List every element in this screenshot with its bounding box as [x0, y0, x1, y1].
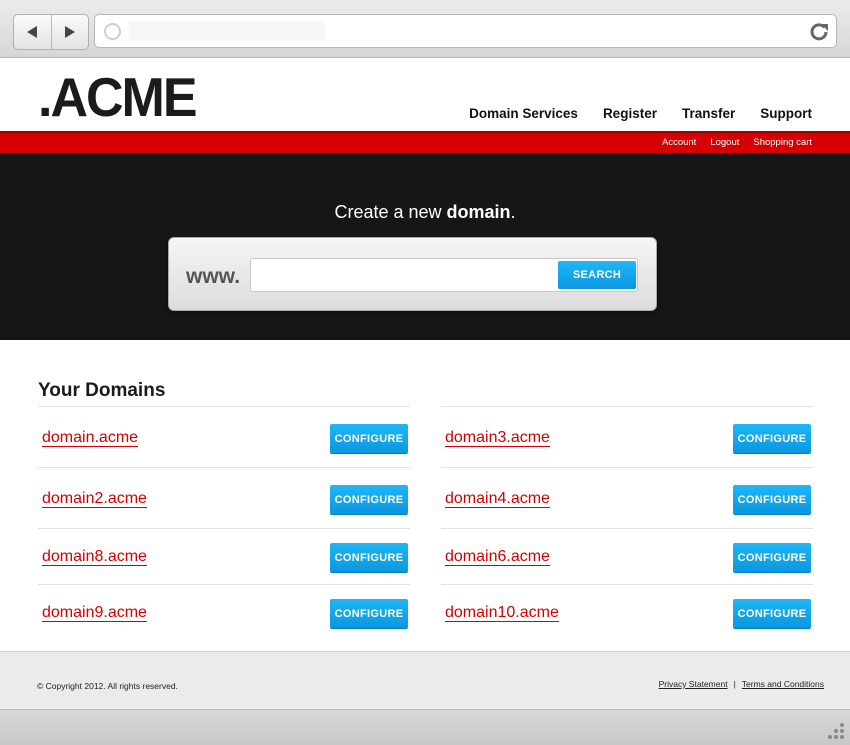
footer-separator: |: [733, 679, 736, 689]
forward-button[interactable]: [50, 15, 89, 49]
domain-link[interactable]: domain9.acme: [42, 604, 147, 622]
terms-link[interactable]: Terms and Conditions: [742, 679, 824, 689]
domain-link[interactable]: domain8.acme: [42, 548, 147, 566]
domain-row: domain9.acme CONFIGURE: [38, 584, 410, 640]
logout-link[interactable]: Logout: [710, 137, 739, 148]
hero-title-prefix: Create a new: [334, 202, 447, 222]
nav-buttons: [13, 14, 89, 50]
domain-link[interactable]: domain4.acme: [445, 490, 550, 508]
configure-button[interactable]: CONFIGURE: [330, 599, 408, 628]
hero-title-suffix: .: [510, 202, 516, 222]
account-link[interactable]: Account: [662, 137, 696, 148]
domain-row: domain3.acme CONFIGURE: [441, 406, 813, 467]
search-panel: www. SEARCH: [168, 237, 657, 311]
site-logo[interactable]: .ACME: [38, 71, 198, 126]
domains-column-right: domain3.acme CONFIGURE domain4.acme CONF…: [441, 406, 813, 640]
site-footer: © Copyright 2012. All rights reserved. P…: [0, 651, 850, 709]
configure-button[interactable]: CONFIGURE: [330, 485, 408, 514]
search-button[interactable]: SEARCH: [558, 261, 636, 289]
configure-button[interactable]: CONFIGURE: [330, 543, 408, 572]
domain-link[interactable]: domain10.acme: [445, 604, 559, 622]
nav-support[interactable]: Support: [760, 106, 812, 121]
domain-row: domain10.acme CONFIGURE: [441, 584, 813, 640]
back-arrow-icon: [27, 26, 38, 38]
privacy-statement-link[interactable]: Privacy Statement: [659, 679, 728, 689]
configure-button[interactable]: CONFIGURE: [733, 599, 811, 628]
domain-row: domain.acme CONFIGURE: [38, 406, 410, 467]
nav-transfer[interactable]: Transfer: [682, 106, 735, 121]
main-nav: Domain Services Register Transfer Suppor…: [469, 106, 812, 121]
resize-grip-icon[interactable]: [824, 719, 844, 739]
domains-heading: Your Domains: [38, 380, 166, 401]
copyright-text: © Copyright 2012. All rights reserved.: [37, 681, 178, 691]
forward-arrow-icon: [64, 26, 75, 38]
back-button[interactable]: [14, 15, 51, 49]
configure-button[interactable]: CONFIGURE: [733, 485, 811, 514]
address-bar[interactable]: [94, 14, 837, 48]
configure-button[interactable]: CONFIGURE: [733, 543, 811, 572]
configure-button[interactable]: CONFIGURE: [733, 424, 811, 453]
domain-row: domain8.acme CONFIGURE: [38, 528, 410, 584]
hero-title-bold: domain: [446, 202, 511, 222]
domain-link[interactable]: domain3.acme: [445, 429, 550, 447]
domain-link[interactable]: domain6.acme: [445, 548, 550, 566]
page-status-icon: [104, 23, 121, 40]
domain-link[interactable]: domain2.acme: [42, 490, 147, 508]
nav-domain-services[interactable]: Domain Services: [469, 106, 578, 121]
domain-row: domain6.acme CONFIGURE: [441, 528, 813, 584]
domain-row: domain4.acme CONFIGURE: [441, 467, 813, 528]
address-url[interactable]: [129, 21, 325, 41]
browser-status-bar: [0, 709, 850, 745]
browser-toolbar: [0, 0, 850, 58]
nav-register[interactable]: Register: [603, 106, 657, 121]
account-nav: Account Logout Shopping cart: [662, 137, 812, 148]
shopping-cart-link[interactable]: Shopping cart: [753, 137, 812, 148]
reload-icon[interactable]: [808, 21, 830, 43]
configure-button[interactable]: CONFIGURE: [330, 424, 408, 453]
domain-row: domain2.acme CONFIGURE: [38, 467, 410, 528]
www-prefix-label: www.: [186, 265, 241, 288]
domains-column-left: domain.acme CONFIGURE domain2.acme CONFI…: [38, 406, 410, 640]
domain-search-hero: Create a new domain. www. SEARCH: [0, 153, 850, 340]
hero-title: Create a new domain.: [0, 202, 850, 223]
footer-links: Privacy Statement | Terms and Conditions: [659, 679, 824, 689]
domain-link[interactable]: domain.acme: [42, 429, 139, 447]
